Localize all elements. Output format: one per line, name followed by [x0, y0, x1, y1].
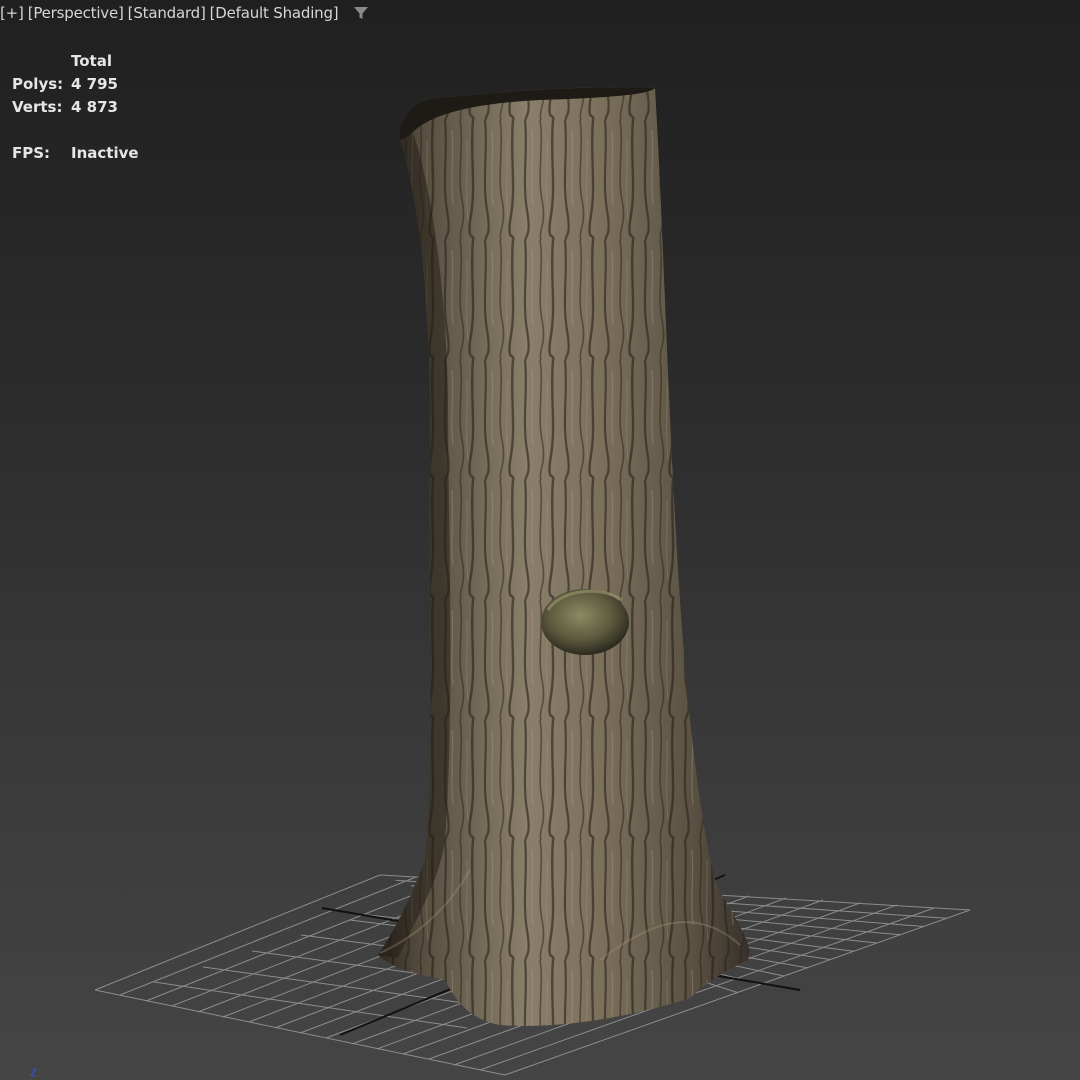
verts-label: Verts:	[12, 98, 63, 116]
statistics-overlay: Total Polys: 4 795 Verts: 4 873 FPS: Ina…	[12, 50, 139, 165]
tree-trunk-model[interactable]	[378, 87, 750, 1026]
verts-value: 4 873	[71, 98, 118, 116]
viewport-point-of-view-menu[interactable]: [Perspective]	[28, 4, 124, 22]
viewport-label-bar: [+] [Perspective] [Standard] [Default Sh…	[0, 4, 370, 22]
fps-label: FPS:	[12, 144, 51, 162]
funnel-icon[interactable]	[352, 4, 370, 22]
axis-gizmo: z	[28, 1060, 48, 1080]
viewport-standard-menu[interactable]: [Standard]	[128, 4, 206, 22]
viewport-general-menu[interactable]: [+]	[0, 4, 24, 22]
polys-label: Polys:	[12, 75, 64, 93]
scene-render	[94, 87, 971, 1076]
perspective-viewport[interactable]: [+] [Perspective] [Standard] [Default Sh…	[0, 0, 1080, 1080]
z-axis-label: z	[30, 1065, 37, 1078]
fps-value: Inactive	[71, 144, 139, 162]
viewport-shading-menu[interactable]: [Default Shading]	[210, 4, 339, 22]
polys-value: 4 795	[71, 75, 118, 93]
stats-header: Total	[71, 52, 112, 70]
